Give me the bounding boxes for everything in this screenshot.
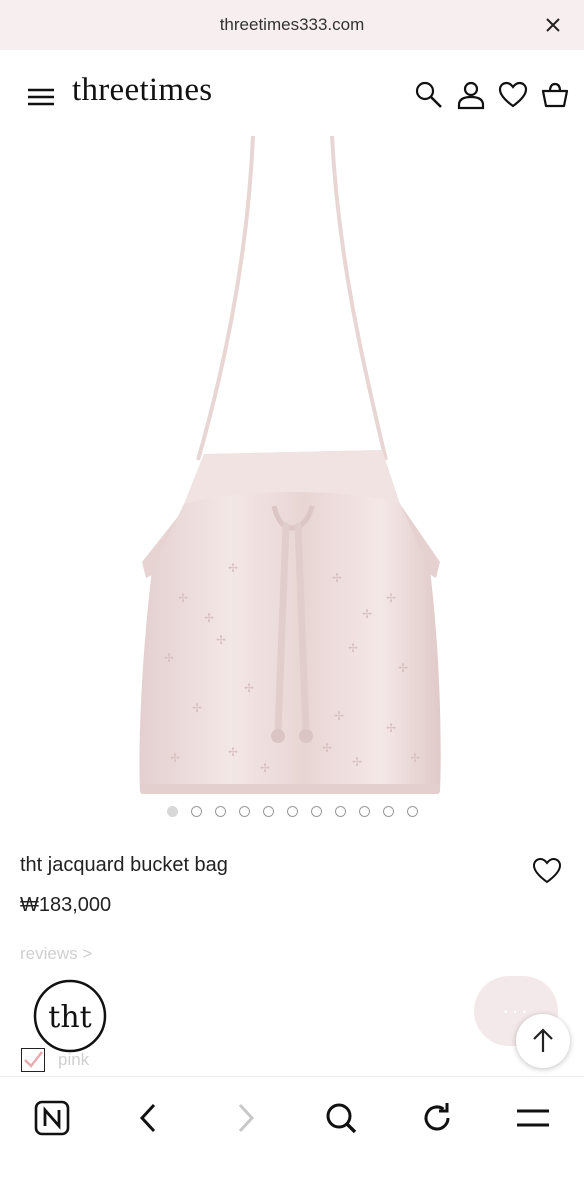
svg-text:✢: ✢ — [216, 633, 226, 647]
browser-url-bar[interactable]: threetimes333.com — [0, 0, 584, 50]
reviews-link[interactable]: reviews > — [20, 944, 92, 964]
site-header: threetimes — [0, 62, 584, 132]
svg-text:✢: ✢ — [178, 591, 188, 605]
carousel-dot[interactable] — [166, 806, 178, 817]
account-icon[interactable] — [456, 80, 486, 110]
svg-text:✢: ✢ — [410, 751, 420, 765]
browser-bottom-toolbar — [0, 1076, 584, 1201]
brand-badge[interactable]: tht — [32, 978, 108, 1054]
svg-text:✢: ✢ — [386, 591, 396, 605]
product-price: ₩183,000 — [20, 894, 112, 916]
close-icon[interactable] — [540, 12, 566, 38]
option-label: pink — [58, 1050, 90, 1069]
svg-text:✢: ✢ — [170, 751, 180, 765]
checkmark-icon — [24, 1051, 43, 1068]
menu-icon[interactable] — [26, 84, 56, 110]
carousel-dot[interactable] — [214, 806, 226, 817]
carousel-dot[interactable] — [358, 806, 370, 817]
naver-icon[interactable] — [33, 1099, 71, 1137]
svg-text:✢: ✢ — [334, 709, 344, 723]
svg-text:✢: ✢ — [192, 701, 202, 715]
browser-menu-icon[interactable] — [514, 1099, 552, 1137]
carousel-dot[interactable] — [406, 806, 418, 817]
search-icon[interactable] — [414, 80, 444, 110]
svg-text:✢: ✢ — [244, 681, 254, 695]
product-image[interactable]: ✢✢✢✢ ✢✢✢✢ ✢✢✢✢ ✢ ✢✢ ✢ ✢ ✢✢✢ — [100, 132, 484, 800]
carousel-dot[interactable] — [262, 806, 274, 817]
site-logo[interactable]: threetimes — [72, 72, 212, 109]
svg-text:✢: ✢ — [322, 741, 332, 755]
arrow-up-icon — [533, 1028, 553, 1052]
carousel-dot[interactable] — [382, 806, 394, 817]
forward-icon[interactable] — [226, 1099, 264, 1137]
svg-text:✢: ✢ — [362, 607, 372, 621]
url-text[interactable]: threetimes333.com — [220, 15, 365, 35]
svg-text:✢: ✢ — [348, 641, 358, 655]
svg-text:✢: ✢ — [332, 571, 342, 585]
browser-search-icon[interactable] — [322, 1099, 360, 1137]
back-icon[interactable] — [130, 1099, 168, 1137]
svg-text:✢: ✢ — [260, 761, 270, 775]
svg-text:✢: ✢ — [164, 651, 174, 665]
carousel-dot[interactable] — [238, 806, 250, 817]
svg-text:✢: ✢ — [228, 561, 238, 575]
refresh-icon[interactable] — [418, 1099, 456, 1137]
product-name: tht jacquard bucket bag — [20, 854, 228, 876]
carousel-dot[interactable] — [190, 806, 202, 817]
carousel-dot[interactable] — [310, 806, 322, 817]
svg-text:✢: ✢ — [204, 611, 214, 625]
svg-text:✢: ✢ — [352, 755, 362, 769]
carousel-dot[interactable] — [334, 806, 346, 817]
wishlist-icon[interactable] — [498, 80, 528, 110]
option-checkbox[interactable] — [21, 1048, 45, 1072]
add-to-wishlist-icon[interactable] — [532, 856, 562, 886]
svg-text:✢: ✢ — [386, 721, 396, 735]
svg-text:✢: ✢ — [228, 745, 238, 759]
image-carousel-dots — [0, 806, 584, 824]
carousel-dot[interactable] — [286, 806, 298, 817]
cart-icon[interactable] — [540, 80, 570, 110]
svg-text:✢: ✢ — [398, 661, 408, 675]
brand-badge-text: tht — [48, 1000, 91, 1035]
scroll-to-top-button[interactable] — [516, 1014, 570, 1068]
